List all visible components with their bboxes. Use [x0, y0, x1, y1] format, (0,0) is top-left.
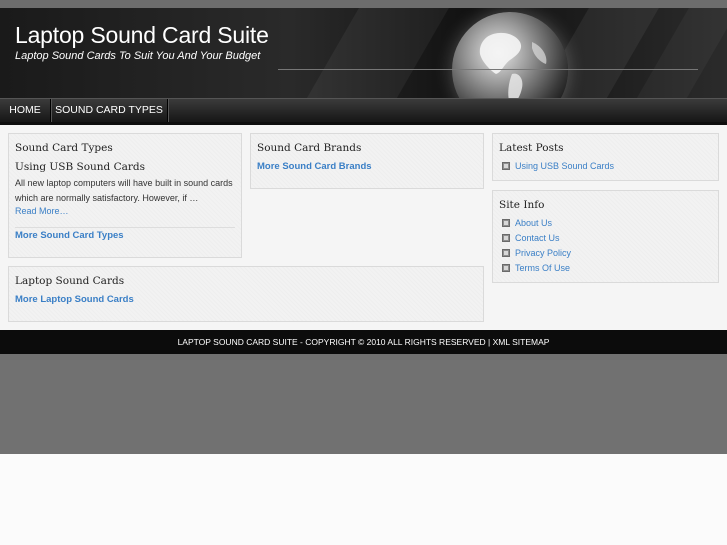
site-title[interactable]: Laptop Sound Card Suite: [15, 22, 269, 49]
top-strip: [0, 0, 727, 8]
bullet-icon: [502, 162, 510, 170]
site-tagline: Laptop Sound Cards To Suit You And Your …: [15, 50, 261, 62]
nav-item-home[interactable]: HOME: [0, 99, 51, 122]
panel-heading: Site Info: [499, 199, 545, 211]
header-decoration: [289, 8, 461, 98]
bullet-icon: [502, 219, 510, 227]
about-us-link[interactable]: About Us: [515, 218, 552, 228]
nav-item-sound-card-types[interactable]: SOUND CARD TYPES: [51, 99, 168, 122]
site-footer: LAPTOP SOUND CARD SUITE - COPYRIGHT © 20…: [0, 330, 727, 354]
page-bottom: [0, 454, 727, 545]
globe-icon: [452, 12, 568, 98]
read-more-link[interactable]: Read More…: [15, 206, 69, 216]
sound-card-brands-panel: Sound Card Brands More Sound Card Brands: [250, 133, 484, 189]
terms-of-use-link[interactable]: Terms Of Use: [515, 263, 570, 273]
more-laptop-sound-cards-link[interactable]: More Laptop Sound Cards: [15, 294, 134, 305]
panel-heading: Latest Posts: [499, 142, 564, 154]
post-title[interactable]: Using USB Sound Cards: [15, 161, 145, 173]
latest-post-link[interactable]: Using USB Sound Cards: [515, 161, 614, 171]
bullet-icon: [502, 264, 510, 272]
post-excerpt: All new laptop computers will have built…: [15, 178, 233, 203]
list-item[interactable]: About Us: [502, 216, 571, 231]
latest-posts-panel: Latest Posts Using USB Sound Cards: [492, 133, 719, 181]
laptop-sound-cards-panel: Laptop Sound Cards More Laptop Sound Car…: [8, 266, 484, 322]
panel-heading: Sound Card Brands: [257, 142, 362, 154]
bullet-icon: [502, 234, 510, 242]
privacy-policy-link[interactable]: Privacy Policy: [515, 248, 571, 258]
bullet-icon: [502, 249, 510, 257]
latest-posts-list: Using USB Sound Cards: [502, 159, 614, 174]
more-sound-card-types-link[interactable]: More Sound Card Types: [15, 230, 124, 241]
divider: [15, 227, 235, 228]
site-info-list: About Us Contact Us Privacy Policy Terms…: [502, 216, 571, 276]
list-item[interactable]: Contact Us: [502, 231, 571, 246]
list-item[interactable]: Using USB Sound Cards: [502, 159, 614, 174]
list-item[interactable]: Terms Of Use: [502, 261, 571, 276]
panel-heading: Laptop Sound Cards: [15, 275, 125, 287]
more-sound-card-brands-link[interactable]: More Sound Card Brands: [257, 161, 372, 172]
site-header: Laptop Sound Card Suite Laptop Sound Car…: [0, 8, 727, 98]
nav-shadow: [0, 122, 727, 125]
main-nav: HOME SOUND CARD TYPES: [0, 98, 727, 122]
header-divider: [278, 69, 698, 70]
contact-us-link[interactable]: Contact Us: [515, 233, 560, 243]
footer-background: [0, 354, 727, 454]
sound-card-types-panel: Sound Card Types Using USB Sound Cards A…: [8, 133, 242, 258]
site-info-panel: Site Info About Us Contact Us Privacy Po…: [492, 190, 719, 283]
list-item[interactable]: Privacy Policy: [502, 246, 571, 261]
panel-heading: Sound Card Types: [15, 142, 113, 154]
